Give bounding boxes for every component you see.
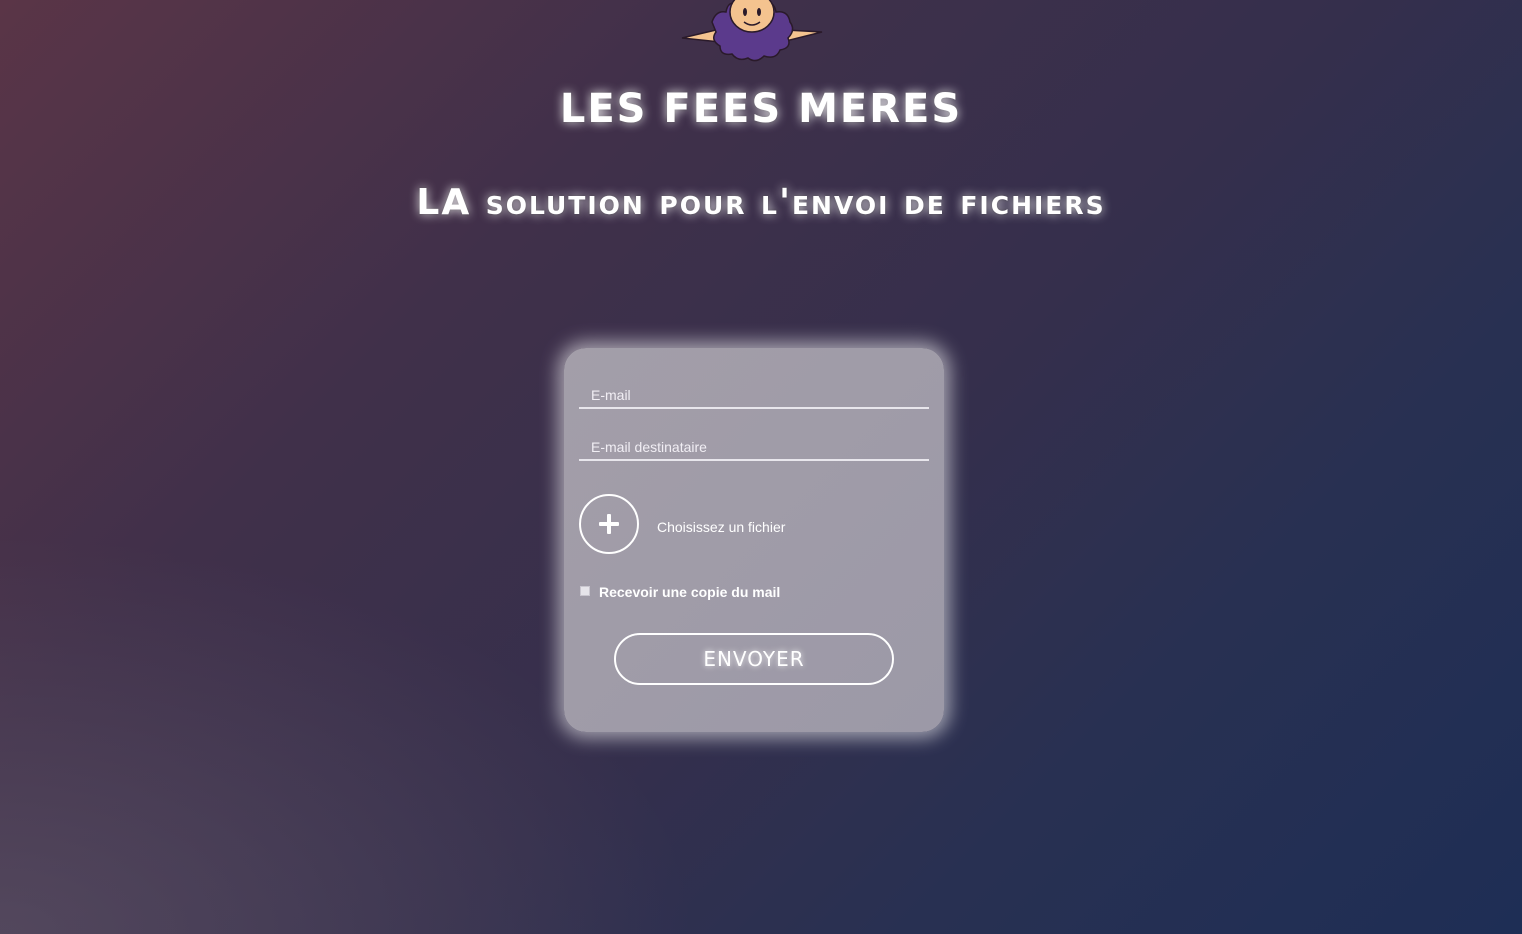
plus-icon <box>599 514 619 534</box>
choose-file-label[interactable]: Choisissez un fichier <box>657 519 785 535</box>
fairy-mascot-icon <box>681 0 823 62</box>
recipient-email-field <box>579 435 929 461</box>
recipient-email-input[interactable] <box>579 435 929 459</box>
receive-copy-checkbox[interactable] <box>580 586 590 596</box>
upload-form-card: Choisissez un fichier Recevoir une copie… <box>564 348 944 732</box>
page-title: LES FEES MERES <box>559 86 963 132</box>
choose-file-button[interactable] <box>579 494 639 554</box>
page-subtitle: LA solution pour l'envoi de fichiers <box>416 182 1106 223</box>
email-input[interactable] <box>579 383 929 407</box>
email-field <box>579 383 929 409</box>
receive-copy-label[interactable]: Recevoir une copie du mail <box>599 584 780 600</box>
send-button[interactable]: ENVOYER <box>614 633 894 685</box>
